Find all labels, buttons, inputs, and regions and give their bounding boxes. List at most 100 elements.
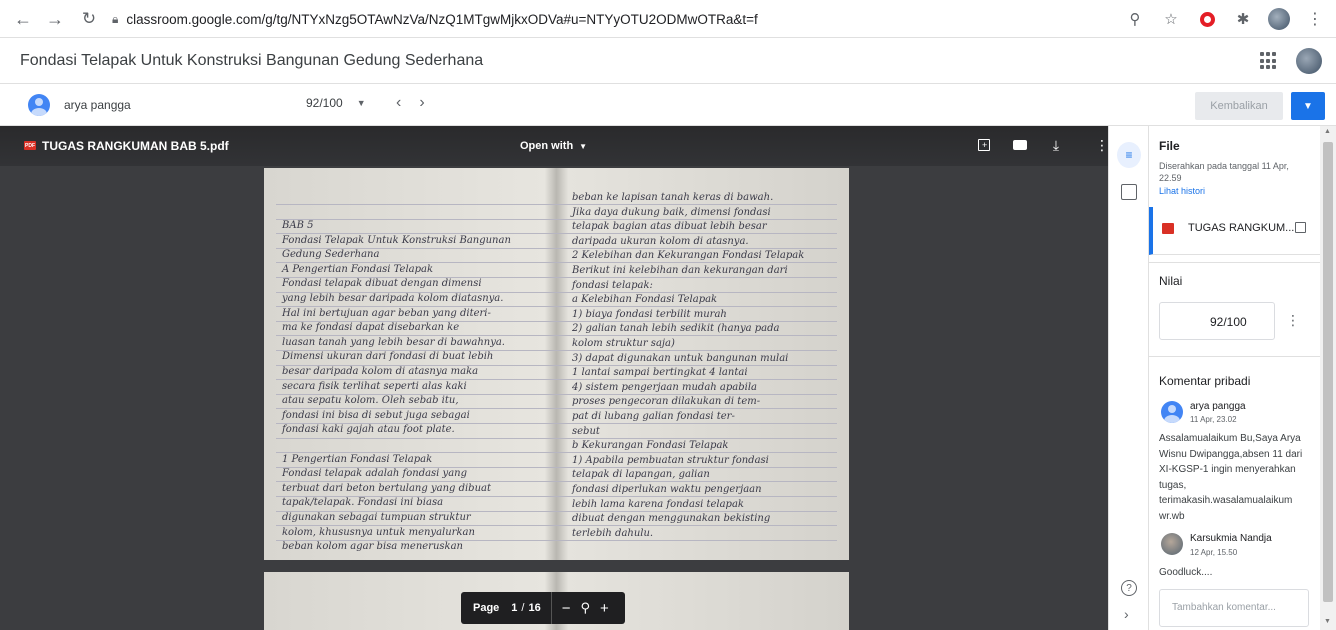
handwritten-line: Dimensi ukuran dari fondasi di buat lebi… xyxy=(282,351,494,363)
star-icon[interactable]: ☆ xyxy=(1158,6,1184,32)
handwritten-line: telapak di lapangan, galian xyxy=(572,469,710,481)
zoom-icon[interactable]: ⚲ xyxy=(1122,6,1148,32)
handwritten-line: Berikut ini kelebihan dan kekurangan dar… xyxy=(572,265,788,276)
ruled-line xyxy=(276,204,837,205)
scroll-down-icon[interactable]: ▼ xyxy=(1324,618,1331,625)
handwritten-line: 1) biaya fondasi terbilit murah xyxy=(572,308,727,320)
comment-time: 12 Apr, 15.50 xyxy=(1190,548,1238,557)
caret-down-icon: ▼ xyxy=(356,98,366,108)
add-comment-icon[interactable]: + xyxy=(975,135,993,155)
handwritten-line: 1 lantai sampai bertingkat 4 lantai xyxy=(572,367,748,379)
student-bar: arya pangga 92/100 ▼ ‹ › Kembalikan ▼ xyxy=(0,84,1336,126)
handwritten-line: Jika daya dukung baik, dimensi fondasi xyxy=(572,206,771,218)
handwritten-line: terlebih dahulu. xyxy=(572,527,654,539)
reload-icon[interactable]: ↻ xyxy=(76,6,102,32)
scroll-up-icon[interactable]: ▲ xyxy=(1324,128,1331,135)
handwritten-line: 4) sistem pengerjaan mudah apabila xyxy=(572,381,757,393)
file-attachment-name[interactable]: TUGAS RANGKUM... xyxy=(1188,222,1294,234)
private-comments-heading: Komentar pribadi xyxy=(1159,374,1251,388)
page-label: Page xyxy=(473,602,500,614)
handwritten-line: 1 Pengertian Fondasi Telapak xyxy=(282,453,433,465)
ruled-line xyxy=(276,218,837,220)
student-avatar xyxy=(28,94,50,116)
comment-text: Assalamualaikum Bu,Saya Arya Wisnu Dwipa… xyxy=(1159,433,1303,522)
handwritten-line: sebut xyxy=(572,425,600,437)
handwritten-line: Fondasi telapak adalah fondasi yang xyxy=(282,468,468,480)
current-page[interactable]: 1 xyxy=(511,602,517,614)
history-link[interactable]: Lihat histori xyxy=(1159,186,1205,196)
profile-avatar[interactable] xyxy=(1266,6,1292,32)
handwritten-line: BAB 5 xyxy=(282,220,314,231)
student-name[interactable]: arya pangga xyxy=(64,98,131,112)
page-separator: / xyxy=(521,602,525,614)
opera-icon[interactable] xyxy=(1194,6,1220,32)
handwritten-line: fondasi kaki gajah atau foot plate. xyxy=(282,424,455,436)
handwritten-line: 3) dapat digunakan untuk bangunan mulai xyxy=(572,352,789,364)
pdf-viewer: PDF TUGAS RANGKUMAN BAB 5.pdf Open with … xyxy=(0,126,1109,630)
commenter-avatar xyxy=(1161,401,1183,423)
handwritten-line: pat di lubang galian fondasi ter- xyxy=(572,411,735,422)
handwritten-line: kolom, khususnya untuk menyalurkan xyxy=(282,526,475,538)
handwritten-line: beban kolom agar bisa meneruskan xyxy=(282,541,463,553)
handwritten-line: lebih lama karena fondasi telapak xyxy=(572,498,744,510)
panel-scroll-thumb[interactable] xyxy=(1323,142,1333,602)
side-rail: ≡ ? › xyxy=(1108,126,1148,630)
open-in-new-icon[interactable] xyxy=(1295,222,1306,233)
comment-author: arya pangga xyxy=(1190,401,1246,412)
extension-icon[interactable]: ✱ xyxy=(1230,6,1256,32)
add-comment-input[interactable]: Tambahkan komentar... xyxy=(1159,589,1309,627)
handwritten-line: daripada ukuran kolom di atasnya. xyxy=(572,235,749,247)
pdf-page-1: BAB 5 Fondasi Telapak Untuk Konstruksi Ba… xyxy=(264,168,849,560)
next-student-icon[interactable]: › xyxy=(419,94,424,112)
submitted-date: Diserahkan pada tanggal 11 Apr, 22.59 xyxy=(1159,161,1289,183)
grade-input-value: 92/100 xyxy=(1210,315,1247,329)
handwritten-line: tapak/telapak. Fondasi ini biasa xyxy=(282,497,444,509)
viewer-toolbar: PDF TUGAS RANGKUMAN BAB 5.pdf Open with … xyxy=(0,126,1109,166)
help-icon[interactable]: ? xyxy=(1121,580,1137,596)
divider xyxy=(1148,262,1320,263)
previous-student-icon[interactable]: ‹ xyxy=(396,94,401,112)
handwritten-line: telapak bagian atas dibuat lebih besar xyxy=(572,221,767,233)
forward-icon[interactable]: → xyxy=(42,6,68,32)
grade-more-icon[interactable]: ⋮ xyxy=(1286,312,1300,329)
commenter-avatar xyxy=(1161,533,1183,555)
handwritten-line: 2) galian tanah lebih sedikit (hanya pad… xyxy=(572,323,780,335)
zoom-out-icon[interactable]: − xyxy=(562,600,571,617)
handwritten-line: Fondasi telapak dibuat dengan dimensi xyxy=(282,278,482,290)
zoom-icon[interactable]: ⚲ xyxy=(581,600,591,616)
url-text: classroom.google.com/g/tg/NTYxNzg5OTAwNz… xyxy=(126,11,758,27)
return-button[interactable]: Kembalikan xyxy=(1195,92,1283,120)
comment-time: 11 Apr, 23.02 xyxy=(1190,415,1237,424)
comment-text: Goodluck.... xyxy=(1159,567,1213,578)
handwritten-line: A Pengertian Fondasi Telapak xyxy=(282,263,434,275)
handwritten-line: beban ke lapisan tanah keras di bawah. xyxy=(572,192,774,203)
handwritten-line: 1) Apabila pembuatan struktur fondasi xyxy=(572,454,769,466)
handwritten-line: a Kelebihan Fondasi Telapak xyxy=(572,294,718,306)
classroom-header: Fondasi Telapak Untuk Konstruksi Banguna… xyxy=(0,38,1336,84)
handwritten-line: Hal ini bertujuan agar beban yang diteri… xyxy=(282,307,491,319)
student-grade-value: 92/100 xyxy=(306,96,343,110)
comment-panel-icon[interactable] xyxy=(1121,184,1137,200)
account-avatar[interactable] xyxy=(1296,48,1322,74)
handwritten-line: atau sepatu kolom. Oleh sebab itu, xyxy=(282,395,459,407)
assignment-title: Fondasi Telapak Untuk Konstruksi Banguna… xyxy=(20,52,484,69)
pdf-file-name: TUGAS RANGKUMAN BAB 5.pdf xyxy=(42,139,229,153)
address-bar[interactable]: 🔒︎ classroom.google.com/g/tg/NTYxNzg5OTA… xyxy=(112,5,1164,33)
zoom-in-icon[interactable]: + xyxy=(600,600,609,617)
open-with-button[interactable]: Open with ▼ xyxy=(520,140,587,152)
download-icon[interactable]: ⤓ xyxy=(1047,135,1065,155)
back-icon[interactable]: ← xyxy=(10,6,36,32)
files-panel-icon[interactable]: ≡ xyxy=(1117,142,1141,168)
handwritten-line: Gedung Sederhana xyxy=(282,249,380,261)
pdf-file-icon xyxy=(1162,223,1174,234)
handwritten-line: proses pengecoran dilakukan di tem- xyxy=(572,396,761,408)
student-grade-select[interactable]: 92/100 ▼ xyxy=(306,96,366,110)
handwritten-line: besar daripada kolom di atasnya maka xyxy=(282,366,479,377)
expand-chevron-icon[interactable]: › xyxy=(1124,606,1129,622)
print-icon[interactable] xyxy=(1011,135,1029,155)
return-dropdown-button[interactable]: ▼ xyxy=(1291,92,1325,120)
apps-icon[interactable] xyxy=(1260,52,1278,70)
menu-icon[interactable]: ⋮ xyxy=(1302,6,1328,32)
total-pages: 16 xyxy=(528,602,541,614)
handwritten-line: dibuat dengan menggunakan bekisting xyxy=(572,513,771,525)
